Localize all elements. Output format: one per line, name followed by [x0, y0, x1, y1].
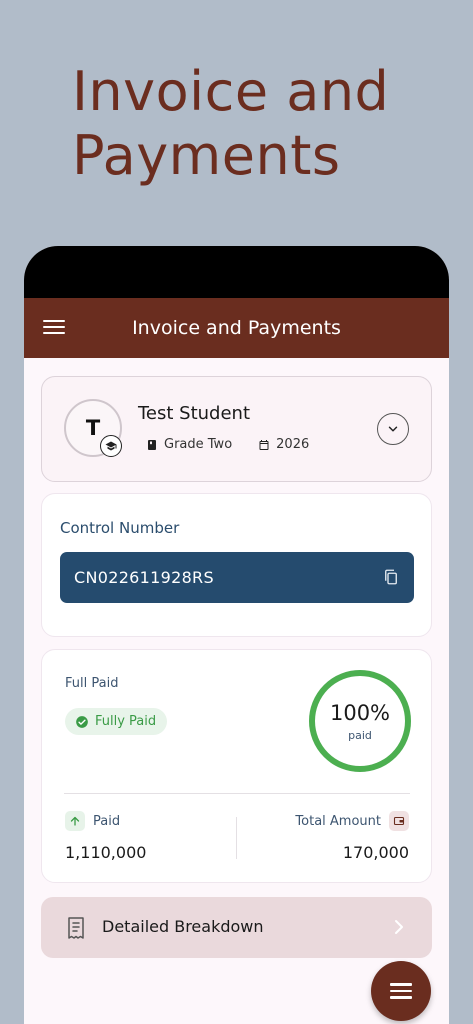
- paid-value: 1,110,000: [65, 843, 147, 862]
- phone-frame: Invoice and Payments T Test Student Grad…: [24, 246, 449, 1024]
- control-number-card: Control Number CN022611928RS: [41, 493, 432, 637]
- year-label: 2026: [276, 437, 310, 452]
- book-icon: [148, 439, 156, 450]
- fab-menu-button[interactable]: [371, 961, 431, 1021]
- menu-icon: [390, 979, 412, 1003]
- student-meta: Grade Two 2026: [146, 437, 309, 452]
- calendar-icon: [259, 439, 269, 450]
- grade-label: Grade Two: [164, 437, 233, 452]
- status-bar: [24, 246, 449, 298]
- detailed-breakdown-button[interactable]: Detailed Breakdown: [41, 897, 432, 958]
- divider: [64, 793, 410, 794]
- total-label: Total Amount: [295, 813, 381, 829]
- page-headline: Invoice and Payments: [72, 60, 390, 187]
- status-badge-label: Fully Paid: [95, 714, 157, 729]
- payment-status-label: Full Paid: [65, 676, 119, 691]
- copy-icon[interactable]: [382, 568, 400, 586]
- control-number-label: Control Number: [60, 519, 180, 537]
- student-name: Test Student: [138, 403, 251, 424]
- grade-item: Grade Two: [146, 437, 232, 452]
- total-header: Total Amount: [295, 811, 409, 831]
- arrow-up-icon: [65, 811, 85, 831]
- progress-ring-text: 100% paid: [307, 668, 413, 774]
- expand-button[interactable]: [377, 413, 409, 445]
- breakdown-label: Detailed Breakdown: [102, 917, 264, 936]
- app-bar: Invoice and Payments: [24, 298, 449, 358]
- year-item: 2026: [258, 437, 309, 452]
- status-badge: Fully Paid: [65, 708, 168, 735]
- chevron-right-icon: [395, 920, 403, 934]
- wallet-icon: [389, 811, 409, 831]
- student-card[interactable]: T Test Student Grade Two 2026: [41, 376, 432, 482]
- paid-label: Paid: [93, 813, 121, 829]
- app-title: Invoice and Payments: [132, 317, 341, 339]
- menu-icon[interactable]: [43, 320, 65, 336]
- progress-percent: 100%: [329, 700, 391, 725]
- payment-summary-card: Full Paid Fully Paid 100% paid Paid 1,11…: [41, 649, 432, 883]
- control-number-value: CN022611928RS: [74, 568, 214, 587]
- check-circle-icon: [76, 715, 88, 728]
- chevron-down-icon: [388, 426, 398, 432]
- graduation-cap-icon: [100, 435, 122, 457]
- control-number-field[interactable]: CN022611928RS: [60, 552, 414, 603]
- total-value: 170,000: [342, 843, 409, 862]
- paid-header: Paid: [65, 811, 120, 831]
- vertical-divider: [236, 817, 237, 859]
- progress-caption: paid: [348, 728, 372, 742]
- receipt-icon: [68, 917, 84, 939]
